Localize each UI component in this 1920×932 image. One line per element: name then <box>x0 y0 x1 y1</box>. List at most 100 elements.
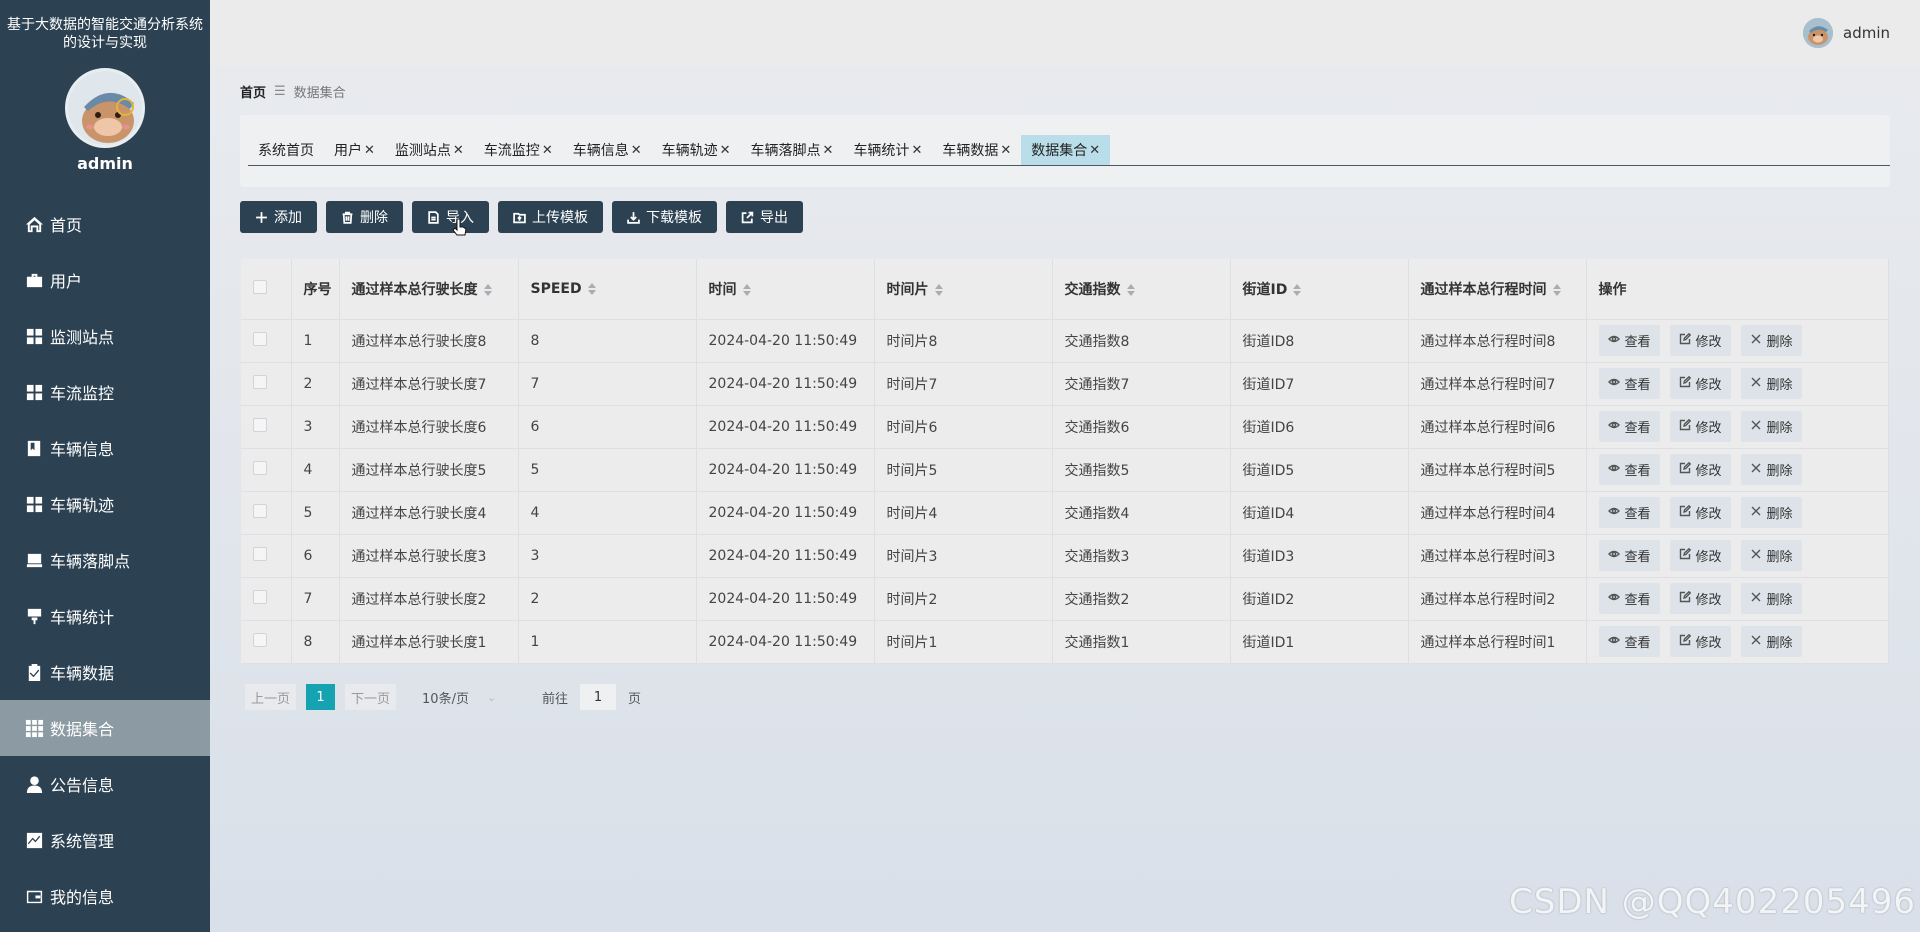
edit-button[interactable]: 修改 <box>1669 411 1731 442</box>
table-row[interactable]: 1 通过样本总行驶长度8 8 2024-04-20 11:50:49 时间片8 交通指数8… <box>241 319 1889 363</box>
row-checkbox[interactable] <box>253 374 267 389</box>
edit-button[interactable]: 修改 <box>1669 454 1731 485</box>
header-time-slice[interactable]: 时间片 <box>874 259 1053 320</box>
tab-traffic-monitor[interactable]: 车流监控 ✕ <box>474 135 563 165</box>
tab-vehicle-stops[interactable]: 车辆落脚点 ✕ <box>741 135 844 165</box>
tab-vehicle-track[interactable]: 车辆轨迹 ✕ <box>652 135 741 165</box>
add-button[interactable]: 添加 <box>240 201 317 233</box>
header-speed[interactable]: SPEED <box>518 259 697 320</box>
row-select[interactable] <box>241 577 292 621</box>
delete-row-button[interactable]: 删除 <box>1740 626 1802 657</box>
delete-row-button[interactable]: 删除 <box>1740 540 1802 571</box>
row-select[interactable] <box>241 534 292 578</box>
close-icon[interactable]: ✕ <box>911 143 922 158</box>
avatar[interactable] <box>1803 18 1833 48</box>
view-button[interactable]: 查看 <box>1598 583 1660 614</box>
sidebar-item-announcements[interactable]: 公告信息 <box>0 756 210 812</box>
prev-page-button[interactable]: 上一页 <box>245 684 297 710</box>
select-all-checkbox[interactable] <box>253 279 267 294</box>
download-template-button[interactable]: 下载模板 <box>612 201 717 233</box>
sidebar-item-vehicle-data[interactable]: 车辆数据 <box>0 644 210 700</box>
tab-vehicle-data[interactable]: 车辆数据 ✕ <box>932 135 1021 165</box>
row-select[interactable] <box>241 319 292 363</box>
sidebar-item-my-info[interactable]: 我的信息 <box>0 868 210 924</box>
delete-row-button[interactable]: 删除 <box>1740 583 1802 614</box>
row-select[interactable] <box>241 620 292 664</box>
table-row[interactable]: 8 通过样本总行驶长度1 1 2024-04-20 11:50:49 时间片1 交通指数1… <box>241 620 1889 664</box>
sort-icon[interactable] <box>934 283 943 296</box>
close-icon[interactable]: ✕ <box>823 143 834 158</box>
sidebar-item-system-management[interactable]: 系统管理 <box>0 812 210 868</box>
header-length[interactable]: 通过样本总行驶长度 <box>339 259 519 320</box>
table-row[interactable]: 7 通过样本总行驶长度2 2 2024-04-20 11:50:49 时间片2 交通指数2… <box>241 577 1889 621</box>
sort-icon[interactable] <box>587 282 596 295</box>
row-checkbox[interactable] <box>253 460 267 475</box>
sidebar-item-data-collection[interactable]: 数据集合 <box>0 700 210 756</box>
delete-row-button[interactable]: 删除 <box>1740 497 1802 528</box>
row-checkbox[interactable] <box>253 503 267 518</box>
import-button[interactable]: 导入 <box>412 201 489 233</box>
row-checkbox[interactable] <box>253 331 267 346</box>
header-select-all[interactable] <box>241 259 292 320</box>
edit-button[interactable]: 修改 <box>1669 368 1731 399</box>
table-row[interactable]: 4 通过样本总行驶长度5 5 2024-04-20 11:50:49 时间片5 交通指数5… <box>241 448 1889 492</box>
header-travel-time[interactable]: 通过样本总行程时间 <box>1408 259 1587 320</box>
next-page-button[interactable]: 下一页 <box>345 684 397 710</box>
close-icon[interactable]: ✕ <box>1000 143 1011 158</box>
sidebar-item-traffic-monitor[interactable]: 车流监控 <box>0 364 210 420</box>
export-button[interactable]: 导出 <box>726 201 803 233</box>
sidebar-item-stations[interactable]: 监测站点 <box>0 308 210 364</box>
tab-vehicle-info[interactable]: 车辆信息 ✕ <box>563 135 652 165</box>
edit-button[interactable]: 修改 <box>1669 626 1731 657</box>
table-row[interactable]: 3 通过样本总行驶长度6 6 2024-04-20 11:50:49 时间片6 交通指数6… <box>241 405 1889 449</box>
page-number-button[interactable]: 1 <box>306 684 336 710</box>
header-username[interactable]: admin <box>1843 24 1890 42</box>
delete-row-button[interactable]: 删除 <box>1740 411 1802 442</box>
page-size-select[interactable]: 10条/页 ⌄ <box>422 688 512 707</box>
tab-system-home[interactable]: 系统首页 <box>248 135 324 165</box>
row-checkbox[interactable] <box>253 632 267 647</box>
user-menu[interactable]: admin <box>1803 18 1890 48</box>
tab-stations[interactable]: 监测站点 ✕ <box>385 135 474 165</box>
row-checkbox[interactable] <box>253 589 267 604</box>
edit-button[interactable]: 修改 <box>1669 583 1731 614</box>
close-icon[interactable]: ✕ <box>364 143 375 158</box>
row-select[interactable] <box>241 362 292 406</box>
delete-row-button[interactable]: 删除 <box>1740 454 1802 485</box>
edit-button[interactable]: 修改 <box>1669 540 1731 571</box>
view-button[interactable]: 查看 <box>1598 325 1660 356</box>
close-icon[interactable]: ✕ <box>631 143 642 158</box>
delete-row-button[interactable]: 删除 <box>1740 325 1802 356</box>
delete-button[interactable]: 删除 <box>326 201 403 233</box>
view-button[interactable]: 查看 <box>1598 626 1660 657</box>
sort-icon[interactable] <box>1293 283 1302 296</box>
tab-users[interactable]: 用户 ✕ <box>324 135 385 165</box>
delete-row-button[interactable]: 删除 <box>1740 368 1802 399</box>
row-select[interactable] <box>241 491 292 535</box>
table-row[interactable]: 6 通过样本总行驶长度3 3 2024-04-20 11:50:49 时间片3 交通指数3… <box>241 534 1889 578</box>
tab-data-collection[interactable]: 数据集合 ✕ <box>1021 135 1111 165</box>
row-select[interactable] <box>241 405 292 449</box>
table-row[interactable]: 5 通过样本总行驶长度4 4 2024-04-20 11:50:49 时间片4 交通指数4… <box>241 491 1889 535</box>
sidebar-item-vehicle-stops[interactable]: 车辆落脚点 <box>0 532 210 588</box>
header-street-id[interactable]: 街道ID <box>1230 259 1409 320</box>
view-button[interactable]: 查看 <box>1598 411 1660 442</box>
tab-vehicle-stats[interactable]: 车辆统计 ✕ <box>843 135 932 165</box>
close-icon[interactable]: ✕ <box>1089 143 1100 158</box>
upload-template-button[interactable]: 上传模板 <box>498 201 603 233</box>
sort-icon[interactable] <box>1552 283 1561 296</box>
view-button[interactable]: 查看 <box>1598 497 1660 528</box>
row-checkbox[interactable] <box>253 546 267 561</box>
sidebar-item-vehicle-stats[interactable]: 车辆统计 <box>0 588 210 644</box>
table-row[interactable]: 2 通过样本总行驶长度7 7 2024-04-20 11:50:49 时间片7 交通指数7… <box>241 362 1889 406</box>
goto-page-input[interactable] <box>580 684 617 710</box>
sort-icon[interactable] <box>483 283 492 296</box>
view-button[interactable]: 查看 <box>1598 454 1660 485</box>
close-icon[interactable]: ✕ <box>720 143 731 158</box>
row-select[interactable] <box>241 448 292 492</box>
edit-button[interactable]: 修改 <box>1669 497 1731 528</box>
edit-button[interactable]: 修改 <box>1669 325 1731 356</box>
view-button[interactable]: 查看 <box>1598 540 1660 571</box>
close-icon[interactable]: ✕ <box>542 143 553 158</box>
sidebar-item-users[interactable]: 用户 <box>0 252 210 308</box>
